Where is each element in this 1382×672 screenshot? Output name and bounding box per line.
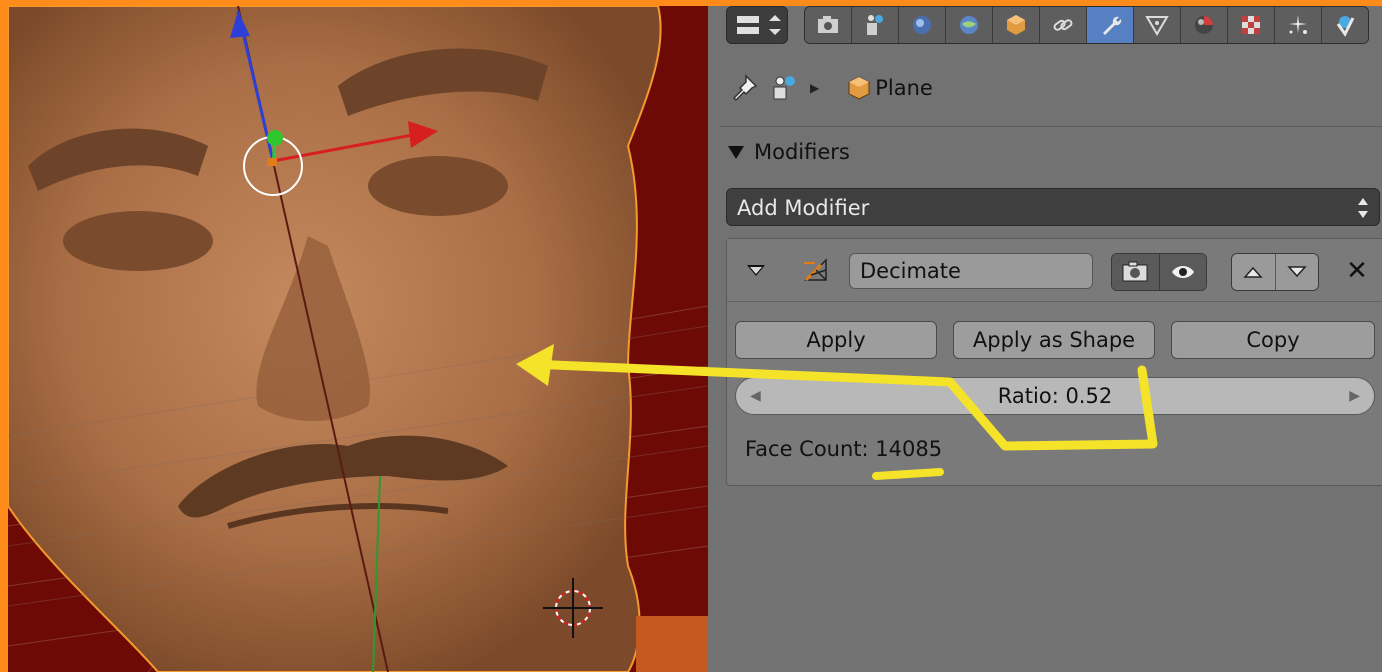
tab-object[interactable]: [993, 7, 1040, 43]
tab-scene[interactable]: [899, 7, 946, 43]
right-eye: [368, 156, 508, 216]
decimate-modifier: Decimate ✕ Apply Apply as Shape Copy ◀ R…: [726, 238, 1382, 486]
updown-arrow-icon: [1358, 198, 1368, 218]
viewport-scene: [8, 6, 708, 672]
pin-icon[interactable]: [728, 72, 760, 104]
tab-particles[interactable]: [1275, 7, 1322, 43]
move-buttons: [1231, 253, 1319, 291]
object-name: Plane: [875, 76, 933, 100]
apply-as-shape-button[interactable]: Apply as Shape: [953, 321, 1155, 359]
context-tabs: [804, 6, 1369, 44]
tab-physics[interactable]: [1322, 7, 1368, 43]
texture-icon: [1242, 16, 1260, 34]
tab-material[interactable]: [1181, 7, 1228, 43]
arrow-down-icon: [1287, 266, 1307, 278]
camera-icon: [1122, 261, 1148, 282]
move-up-button[interactable]: [1232, 254, 1275, 290]
modifiers-label: Modifiers: [754, 140, 850, 164]
object-icon: [1007, 15, 1025, 35]
panel-collapse-icon: [728, 145, 744, 159]
move-down-button[interactable]: [1274, 254, 1318, 290]
breadcrumb: ▶ Plane: [728, 68, 933, 108]
ratio-slider[interactable]: ◀ Ratio: 0.52 ▶: [735, 377, 1375, 415]
modifier-expand-icon[interactable]: [747, 265, 765, 276]
properties-editor: ▶ Plane Modifiers Add Modifier Decimate: [708, 6, 1382, 672]
object-icon: [848, 76, 870, 100]
data-icon: [1145, 16, 1169, 36]
tab-texture[interactable]: [1228, 7, 1275, 43]
close-icon: ✕: [1346, 256, 1368, 286]
remove-modifier-button[interactable]: ✕: [1339, 253, 1375, 289]
ratio-label: Ratio: 0.52: [997, 384, 1113, 408]
viewport-toggle[interactable]: [1158, 254, 1206, 290]
properties-header: [708, 6, 1382, 46]
tab-modifiers[interactable]: [1087, 7, 1134, 43]
tab-render[interactable]: [805, 7, 852, 43]
material-icon: [1195, 16, 1213, 34]
add-modifier-label: Add Modifier: [737, 196, 870, 220]
eye-icon: [1171, 266, 1194, 278]
tab-render-layers[interactable]: [852, 7, 899, 43]
render-toggle[interactable]: [1112, 254, 1159, 290]
face-count-label: Face Count: 14085: [745, 437, 943, 461]
slider-left-arrow-icon[interactable]: ◀: [750, 378, 761, 414]
editor-type-icon: [737, 15, 781, 35]
slider-right-arrow-icon[interactable]: ▶: [1349, 378, 1360, 414]
particles-icon: [1289, 15, 1307, 34]
modifier-name-field[interactable]: Decimate: [849, 253, 1093, 289]
3d-viewport[interactable]: [8, 6, 708, 672]
physics-icon: [1336, 16, 1355, 37]
bottom-patch: [636, 616, 708, 672]
tab-data[interactable]: [1134, 7, 1181, 43]
scene-data-icon: [773, 76, 795, 100]
modifiers-panel-header[interactable]: Modifiers: [728, 134, 850, 170]
constraints-icon: [1053, 19, 1073, 31]
apply-button[interactable]: Apply: [735, 321, 937, 359]
render-layers-icon: [867, 15, 883, 35]
add-modifier-dropdown[interactable]: Add Modifier: [726, 188, 1380, 226]
breadcrumb-arrow-icon: ▶: [810, 81, 820, 95]
arrow-up-icon: [1243, 266, 1263, 278]
render-icon: [818, 16, 838, 33]
modifier-header: Decimate ✕: [727, 239, 1382, 302]
left-eye: [63, 211, 213, 271]
tab-world[interactable]: [946, 7, 993, 43]
header-divider: [720, 126, 1382, 127]
decimate-icon: [804, 258, 827, 282]
world-icon: [960, 16, 978, 34]
scene-icon: [913, 16, 931, 34]
copy-button[interactable]: Copy: [1171, 321, 1375, 359]
visibility-toggles: [1111, 253, 1207, 291]
screenshot-frame: ▶ Plane Modifiers Add Modifier Decimate: [0, 0, 1382, 672]
tab-constraints[interactable]: [1040, 7, 1087, 43]
editor-type-selector[interactable]: [726, 6, 788, 44]
modifiers-icon: [1103, 16, 1122, 35]
